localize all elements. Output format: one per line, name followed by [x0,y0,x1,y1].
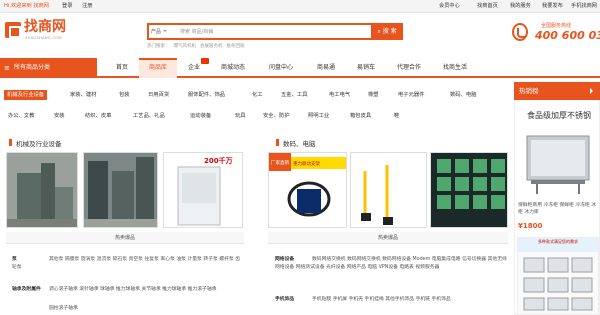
logo-icon[interactable] [5,22,21,38]
factory-image [84,153,157,227]
search-button-label: 搜 索 [382,28,397,35]
nav-product-library[interactable]: 商品库 [139,58,177,78]
cable-image [351,153,426,227]
product-image[interactable]: 厂家直销 重力联动支架 [268,152,347,228]
nav-life[interactable]: 找商生活 [436,58,474,78]
search-category-select[interactable]: 产品 [151,28,168,35]
publish-link[interactable]: 我要发布 [542,3,563,10]
category-item[interactable]: 运动装备 [190,112,211,120]
nav-agency[interactable]: 代理合作 [390,58,428,78]
nav-yixiaoche[interactable]: 易销车 [350,58,382,78]
logo-subtitle: ZHAOSHANG.COM [25,36,62,40]
search-box: 产品 搜索 商品/商铺 [147,23,403,40]
list-item: 轴承及附属件 调心滚子轴承 滚针轴承 球轴承 推力球轴承 关节轴承 推力球轴承 推… [12,286,244,294]
search-icon: ⌕ [377,28,381,35]
category-item[interactable]: 五金、工具 [281,91,308,99]
nav-inquiry-center[interactable]: 问盘中心 [262,58,300,78]
hot-word[interactable]: 会展服务机 [200,44,223,49]
air-cooler-image: 200千万 [164,153,242,227]
hot-word[interactable]: 曝气风机机 [174,44,197,49]
machine-image [7,153,77,227]
nav-home[interactable]: 首页 [106,58,138,78]
hot-words: 热门搜索： 曝气风机机 会展服务机 板条回收 [147,43,249,49]
list-item: 手机饰品 手机贴膜 手机屏 手机壳 手机挂绳 其他手机饰品 手机链 手机饰品 [275,296,508,304]
category-item[interactable]: 化工 [252,91,263,99]
category-item[interactable]: 电子元器件 [398,91,425,99]
category-item[interactable]: 包装 [119,91,130,99]
category-item[interactable]: 安全、防护 [263,112,290,120]
list-item: 网络设备 数码网络交换机 数码网络交换机 数码网络设备 Modem 电脑集成电路 … [275,256,508,272]
product-image[interactable] [83,152,158,228]
hotline-label: 全国服务热线 [541,23,572,29]
hot-sale-product[interactable]: 食品级加厚不锈钢 [527,110,591,121]
register-link[interactable]: 注册 [82,3,92,10]
hot-word[interactable]: 板条回收 [227,44,245,49]
phone-icon [512,23,528,41]
section-title-machinery: 机械及行业设备 [9,139,62,148]
banner-holder: 重力联动支架 [293,160,320,167]
hot-sale-desc[interactable]: 保鲜柜商用 冷冻柜 保鲜柜 冷冻柜 冰柜 冰力库 [518,202,598,216]
logo-name[interactable]: 找商网 [24,19,66,35]
home-link[interactable]: 找商首页 [477,3,498,10]
row-head: 手机饰品 [275,297,295,302]
flag-icon [201,58,209,64]
category-item[interactable]: 照明工业 [308,112,329,120]
category-item[interactable]: 电工电气 [329,91,350,99]
nav-shangyitong[interactable]: 商易通 [310,58,342,78]
product-image[interactable] [350,152,427,228]
row-head: 泵 [12,257,17,262]
section-title-digital: 数码、电脑 [276,139,316,148]
product-image[interactable] [430,152,508,228]
category-item[interactable]: 玩具 [235,112,246,120]
category-item[interactable]: 数码、电脑 [450,91,477,99]
hot-sale-title[interactable]: 热销榜 [514,82,600,100]
freezer-image[interactable] [517,124,597,200]
product-image[interactable]: 200千万 [163,152,243,228]
category-item[interactable]: 箱包皮具 [350,112,371,120]
member-center-link[interactable]: 会员中心 [439,3,460,10]
category-item[interactable]: 工艺品、礼品 [133,112,165,120]
second-product-header: 多种款式满足您的需求 [518,238,598,252]
category-item[interactable]: 机械及行业设备 [4,90,48,100]
hot-sale-second-product[interactable]: 多种款式满足您的需求 [517,237,599,315]
row-items[interactable]: 圆柱滚子轴承 [49,306,78,311]
freezer-grid-image [523,257,593,311]
category-item[interactable]: 橡塑 [368,91,379,99]
hot-sale-tab-right[interactable]: 热卖爆品 [268,232,508,244]
phone-holder-image: 厂家直销 重力联动支架 [269,153,346,227]
product-image[interactable] [6,152,78,228]
category-item[interactable]: 服饰配件、饰品 [188,91,225,99]
list-item: 泵其他泵 隔膜泵 旋涡泵 混流泵 碎石泵 真空泵 往复泵 离心泵 油泵 计量泵 … [12,256,244,272]
search-input[interactable]: 搜索 商品/商铺 [180,28,213,35]
mobile-site-link[interactable]: 手机找商网 [571,3,597,10]
all-categories-button[interactable]: 所有商品分类 [0,58,97,78]
hot-sale-tab-left[interactable]: 热卖爆品 [6,232,244,244]
row-items[interactable]: 手机贴膜 手机屏 手机壳 手机挂绳 其他手机饰品 手机链 手机饰品 [312,297,451,302]
category-item[interactable]: 日用百货 [148,91,169,99]
category-item[interactable]: 纺织、皮革 [85,112,112,120]
category-item[interactable]: 鞋 [394,112,399,120]
top-bar: Hi,欢迎来到 找商网 登录 注册 会员中心 找商首页 我的服务 我要发布 手机… [0,0,600,13]
banner-price: 200千万 [204,156,233,165]
category-item[interactable]: 办公、文教 [8,112,35,120]
list-item: 圆柱滚子轴承 [49,305,78,313]
hotline-number: 400 600 0345 [535,29,600,42]
my-service-link[interactable]: 我的服务 [510,3,531,10]
welcome-text: Hi,欢迎来到 找商网 [4,3,49,9]
category-item[interactable]: 安装 [54,112,65,120]
banner-factory-direct: 厂家直销 [271,159,289,166]
search-button[interactable]: ⌕ 搜 索 [371,23,403,40]
hot-sale-price: ¥1800 [518,222,543,230]
row-head: 轴承及附属件 [12,287,41,292]
nav-mall-news[interactable]: 商城动态 [214,58,252,78]
led-panel-image [431,153,507,227]
login-link[interactable]: 登录 [62,3,72,10]
main-nav: 所有商品分类 首页 商品库 企业 商城动态 问盘中心 商易通 易销车 代理合作 … [0,58,600,78]
row-head: 网络设备 [275,257,295,262]
row-items[interactable]: 调心滚子轴承 滚针轴承 球轴承 推力球轴承 关节轴承 推力球轴承 推力滚子轴承 [49,287,216,292]
hot-words-label: 热门搜索： [147,44,170,49]
category-item[interactable]: 家装、建材 [70,91,97,99]
